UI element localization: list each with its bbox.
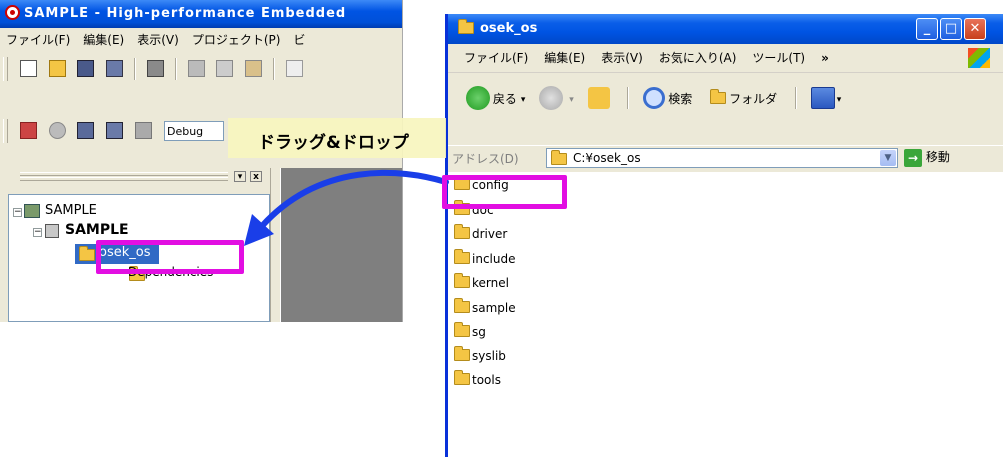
- drag-arrow-line: [259, 169, 449, 229]
- drag-arrow: [244, 169, 449, 246]
- source-highlight-box: [442, 175, 567, 209]
- target-highlight-box: [96, 240, 244, 274]
